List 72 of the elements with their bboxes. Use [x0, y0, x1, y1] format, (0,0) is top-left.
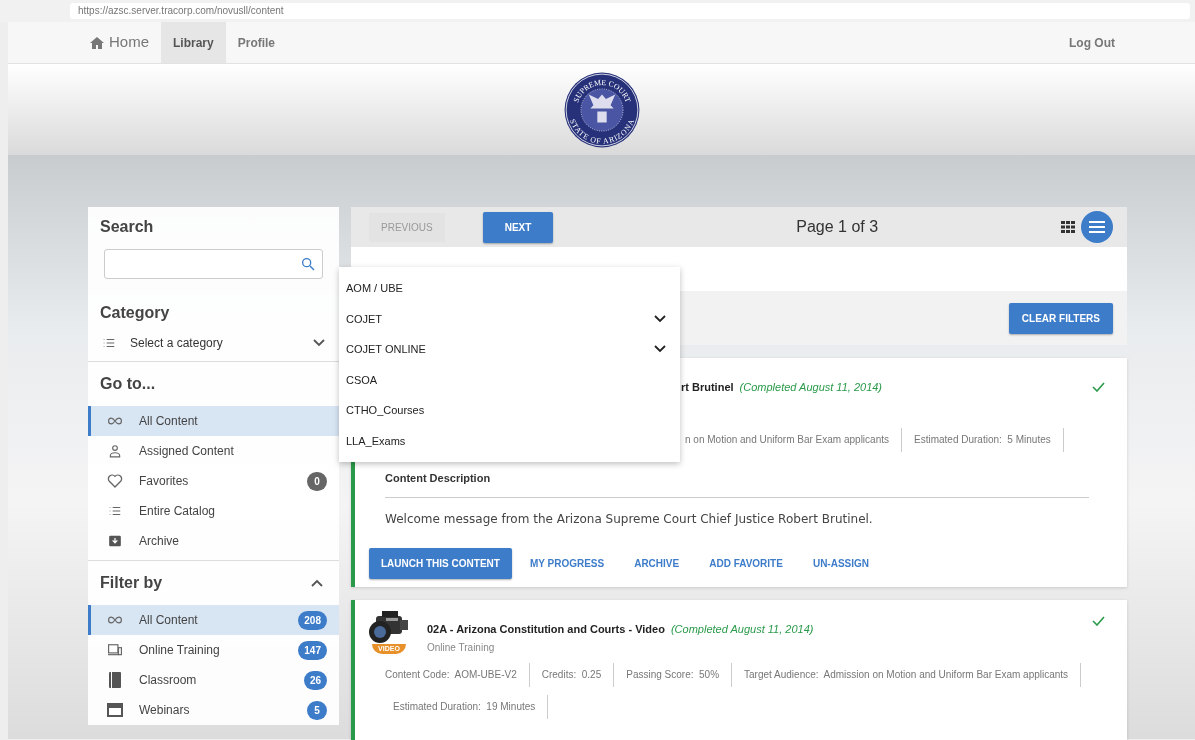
menu-item[interactable]: LLA_Exams	[339, 425, 680, 456]
section-title: Filter by	[99, 573, 164, 593]
clear-filters-button[interactable]: CLEAR FILTERS	[1008, 302, 1113, 334]
count-badge: 5	[307, 700, 327, 720]
menu-item[interactable]: CSOA	[339, 364, 680, 395]
action-link[interactable]: ADD FAVORITE	[697, 547, 795, 579]
archive-box-icon	[108, 534, 122, 548]
menu-icon	[1089, 221, 1105, 233]
chevron-down-icon	[654, 345, 666, 354]
grid-view-button[interactable]	[1061, 221, 1075, 233]
menu-item[interactable]: COJET ONLINE	[339, 334, 680, 365]
menu-item[interactable]: AOM / UBE	[339, 273, 680, 304]
sidebar-item[interactable]: Classroom 26	[88, 665, 339, 695]
nav-tab[interactable]: Library	[161, 22, 226, 63]
count-badge: 147	[298, 640, 327, 660]
meta-field: Estimated Duration: 5 Minutes	[902, 428, 1064, 452]
category-select[interactable]: Select a category	[88, 329, 339, 357]
action-link[interactable]: UN-ASSIGN	[800, 547, 882, 579]
check-icon	[1092, 382, 1105, 392]
section-title: Search	[99, 217, 155, 237]
laptop-icon	[106, 643, 124, 657]
section-title: Go to...	[99, 374, 157, 394]
chevron-up-icon	[311, 579, 323, 587]
meta-field: Content Code: AOM-UBE-V2	[381, 662, 530, 687]
meta-field: Estimated Duration: 19 Minutes	[381, 694, 549, 719]
book-icon	[109, 672, 121, 688]
launch-button[interactable]: LAUNCH THIS CONTENT	[369, 547, 512, 579]
nav-tab[interactable]: Profile	[225, 22, 288, 63]
logout-link[interactable]: Log Out	[1057, 22, 1127, 63]
check-icon	[1092, 615, 1105, 626]
sidebar-item[interactable]: Entire Catalog	[88, 496, 339, 526]
sidebar-item[interactable]: All Content	[88, 406, 339, 436]
action-link[interactable]: ARCHIVE	[622, 547, 692, 579]
sidebar-item[interactable]: Archive	[88, 526, 339, 556]
content-type: Online Training	[427, 640, 496, 655]
browser-window-icon	[107, 703, 123, 717]
address-bar[interactable]: https://azsc.server.tracorp.com/novusll/content	[70, 3, 1190, 19]
count-badge: 26	[303, 670, 327, 690]
completion-status: (Completed August 11, 2014)	[739, 381, 883, 393]
sidebar-item[interactable]: Favorites 0	[88, 466, 339, 496]
description-text: Welcome message from the Arizona Supreme Court Chief Justice Robert Brutinel.	[385, 510, 874, 528]
completion-status: (Completed August 11, 2014)	[670, 622, 814, 635]
count-badge: 0	[307, 471, 327, 491]
sidebar-item[interactable]: Webinars 5	[88, 695, 339, 725]
page-indicator: Page 1 of 3	[795, 217, 879, 237]
person-icon	[108, 444, 122, 458]
content-title[interactable]: 02A - Arizona Constitution and Courts - Video	[427, 622, 665, 635]
next-button[interactable]: NEXT	[482, 211, 554, 243]
meta-field: Target Audience: Admission on Motion and Uniform Bar Exam applicants	[732, 662, 1082, 687]
house-icon	[90, 36, 104, 49]
grid-icon	[1061, 221, 1075, 233]
count-badge: 208	[298, 610, 327, 630]
sidebar-item[interactable]: Assigned Content	[88, 436, 339, 466]
sidebar-item[interactable]: Online Training 147	[88, 635, 339, 665]
sidebar-item[interactable]: All Content 208	[88, 605, 339, 635]
search-icon	[300, 256, 316, 272]
menu-item[interactable]: CTHO_Courses	[339, 395, 680, 426]
list-view-button[interactable]	[1081, 211, 1113, 243]
home-link[interactable]: Home	[90, 22, 161, 63]
chevron-down-icon	[654, 314, 666, 323]
section-title: Category	[99, 303, 171, 323]
meta-field: Passing Score: 50%	[614, 662, 733, 687]
collapse-toggle[interactable]	[311, 579, 323, 587]
meta-field: n on Motion and Uniform Bar Exam applicants	[681, 428, 902, 452]
content-title[interactable]: rt Brutinel	[681, 381, 734, 393]
search-field[interactable]	[104, 249, 323, 279]
meta-field: Credits: 0.25	[529, 662, 615, 687]
description-heading: Content Description	[385, 470, 1089, 498]
chevron-down-icon	[313, 339, 325, 347]
heart-icon	[107, 473, 123, 489]
menu-item[interactable]: COJET	[339, 303, 680, 334]
action-link[interactable]: MY PROGRESS	[517, 547, 617, 579]
